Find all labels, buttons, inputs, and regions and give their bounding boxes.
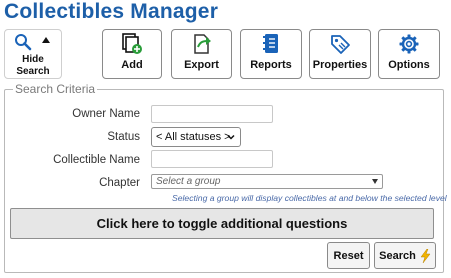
export-document-icon (193, 34, 211, 54)
collectible-name-label: Collectible Name (53, 154, 140, 166)
chapter-hint: Selecting a group will display collectib… (172, 193, 447, 203)
gear-icon (399, 34, 419, 54)
reset-button[interactable]: Reset (327, 242, 370, 269)
app-title: Collectibles Manager (4, 0, 219, 23)
options-button[interactable]: Options (378, 29, 440, 79)
hide-search-label-line1: Hide (22, 54, 44, 65)
export-button[interactable]: Export (171, 29, 232, 79)
export-label: Export (184, 59, 219, 71)
status-label: Status (107, 131, 140, 143)
reports-label: Reports (250, 59, 292, 71)
status-select[interactable]: < All statuses > (151, 127, 241, 147)
search-criteria-legend: Search Criteria (13, 82, 98, 96)
tag-icon (331, 35, 350, 54)
lightning-icon (420, 248, 431, 263)
add-button[interactable]: Add (102, 29, 162, 79)
add-label: Add (121, 59, 143, 71)
search-button[interactable]: Search (374, 242, 436, 269)
report-book-icon (263, 34, 278, 53)
owner-name-input[interactable] (151, 105, 273, 123)
reset-label: Reset (333, 249, 364, 262)
collectible-name-input[interactable] (151, 150, 273, 168)
chapter-label: Chapter (99, 177, 140, 189)
caret-up-icon (42, 37, 50, 43)
reports-button[interactable]: Reports (240, 29, 302, 79)
chevron-down-icon (227, 134, 235, 140)
add-document-icon (122, 33, 142, 54)
hide-search-button[interactable]: Hide Search (4, 29, 62, 79)
owner-name-label: Owner Name (72, 108, 140, 120)
properties-label: Properties (312, 59, 368, 71)
caret-down-icon (372, 179, 378, 184)
properties-button[interactable]: Properties (309, 29, 371, 79)
magnifier-icon (15, 34, 32, 51)
chapter-group-select[interactable]: Select a group (151, 174, 383, 189)
status-select-value: < All statuses > (156, 131, 231, 143)
toggle-additional-questions-button[interactable]: Click here to toggle additional question… (10, 208, 434, 239)
hide-search-label-line2: Search (16, 66, 50, 77)
chapter-group-placeholder: Select a group (156, 176, 221, 187)
search-label: Search (379, 249, 416, 262)
options-label: Options (388, 59, 430, 71)
toggle-additional-questions-label: Click here to toggle additional question… (96, 216, 348, 231)
